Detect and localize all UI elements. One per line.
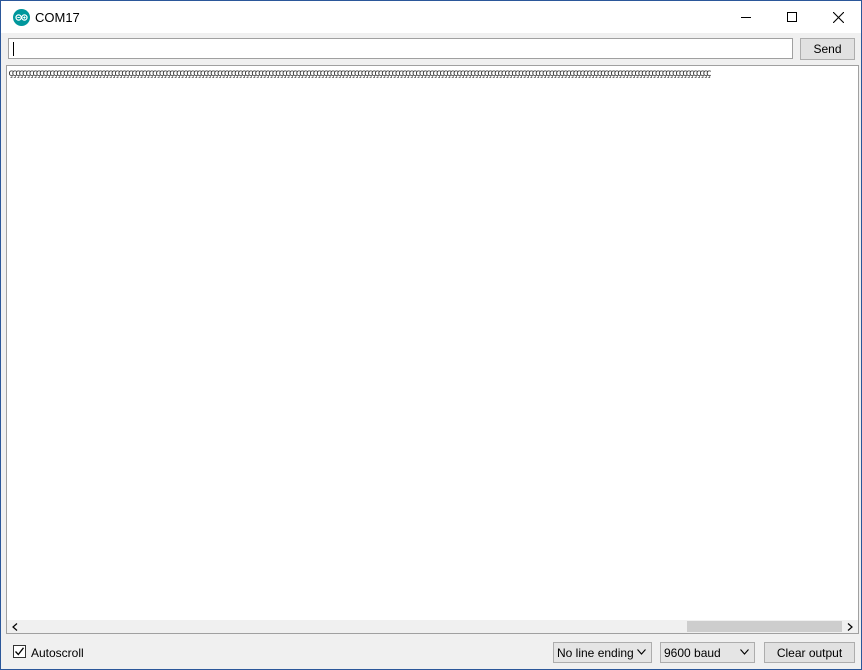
minimize-icon — [741, 17, 751, 18]
send-input[interactable] — [8, 38, 793, 59]
horizontal-scrollbar[interactable] — [6, 620, 859, 634]
minimize-button[interactable] — [723, 1, 769, 33]
serial-output-area[interactable]: çççççççççççççççççççççççççççççççççççççççç… — [6, 65, 859, 621]
chevron-left-icon — [12, 622, 18, 631]
autoscroll-checkbox[interactable] — [13, 645, 26, 658]
chevron-right-icon — [847, 622, 853, 631]
scroll-thumb[interactable] — [687, 621, 842, 632]
serial-output-text: çççççççççççççççççççççççççççççççççççççççç… — [8, 68, 712, 79]
scroll-right-button[interactable] — [842, 620, 858, 633]
chevron-down-icon — [740, 649, 749, 655]
clear-output-button[interactable]: Clear output — [764, 642, 855, 663]
window-title: COM17 — [35, 10, 80, 25]
baud-rate-value: 9600 baud — [664, 646, 721, 660]
baud-rate-select[interactable]: 9600 baud — [660, 642, 755, 663]
checkmark-icon — [15, 647, 25, 656]
text-caret — [13, 42, 14, 56]
chevron-down-icon — [637, 649, 646, 655]
title-bar: COM17 — [1, 1, 861, 33]
maximize-button[interactable] — [769, 1, 815, 33]
autoscroll-label: Autoscroll — [31, 646, 84, 660]
close-icon — [832, 11, 844, 23]
maximize-icon — [787, 12, 797, 22]
arduino-icon — [13, 9, 30, 26]
line-ending-value: No line ending — [557, 646, 634, 660]
send-button[interactable]: Send — [800, 38, 855, 60]
line-ending-select[interactable]: No line ending — [553, 642, 652, 663]
serial-monitor-window: COM17 Send ççççççççççççççççççççççççççççç… — [0, 0, 862, 670]
close-button[interactable] — [815, 1, 861, 33]
scroll-left-button[interactable] — [7, 620, 23, 633]
